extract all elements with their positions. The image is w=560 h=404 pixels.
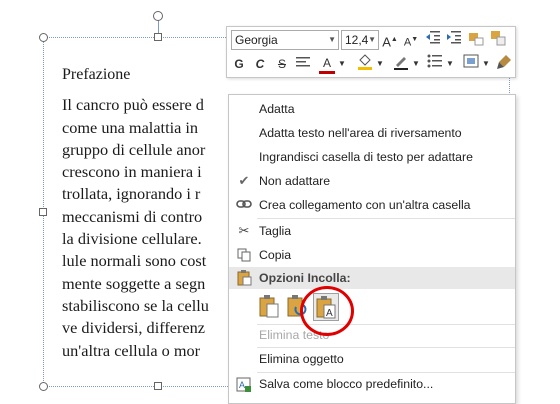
menu-item-crea-collegamento[interactable]: Crea collegamento con un'altra casella [229,193,515,217]
text-line: trollata, ignorando i r [62,184,201,204]
chevron-down-icon[interactable]: ▼ [445,54,455,74]
paste-options-header: Opzioni Incolla: [229,267,515,289]
chevron-down-icon[interactable]: ▼ [368,35,376,44]
font-name-value: Georgia [235,33,278,47]
font-color-button[interactable]: A [319,54,335,74]
grow-font-label: A [382,34,391,50]
clipboard-icon [236,270,252,293]
menu-item-label: Crea collegamento con un'altra casella [259,198,471,212]
increase-indent-icon[interactable] [445,30,463,50]
svg-text:A: A [239,380,245,390]
rotation-handle[interactable] [153,11,163,21]
decrease-indent-icon[interactable] [424,30,442,50]
bullets-icon[interactable] [425,54,445,74]
shrink-font-button[interactable]: A▼ [403,30,419,50]
grow-font-button[interactable]: A▲ [382,30,398,50]
menu-item-ingrandisci[interactable]: Ingrandisci casella di testo per adattar… [229,145,515,169]
text-line: mente soggette a segn [62,273,206,293]
menu-item-salva-blocco[interactable]: A Salva come blocco predefinito... [229,372,515,396]
menu-item-elimina-oggetto[interactable]: Elimina oggetto [229,347,515,371]
text-line: stabiliscono se la cellu [62,295,209,315]
menu-item-adatta[interactable]: Adatta [229,97,515,121]
menu-item-taglia[interactable]: ✂ Taglia [229,219,515,243]
text-line: crescono in maniera i [62,162,202,182]
paste-options-label: Opzioni Incolla: [259,271,351,285]
text-line: gruppo di cellule anor [62,139,206,159]
scissors-icon: ✂ [238,223,250,238]
menu-item-label: Adatta testo nell'area di riversamento [259,126,462,140]
resize-handle-bottom-left[interactable] [39,382,48,391]
context-menu: Adatta Adatta testo nell'area di riversa… [228,94,516,404]
paintbrush-icon[interactable] [495,54,513,74]
link-icon [236,198,252,212]
text-line: meccanismi di contro [62,206,203,226]
text-line: lule normali sono cost [62,251,207,271]
menu-item-label: Taglia [259,224,292,238]
menu-item-copia[interactable]: Copia [229,243,515,267]
resize-handle-bottom[interactable] [154,382,162,390]
chevron-down-icon[interactable]: ▼ [337,54,347,74]
chevron-down-icon[interactable]: ▼ [481,54,491,74]
text-line: ve dividersi, differenz [62,318,206,338]
document-text[interactable]: Prefazione Il cancro può essere d come u… [62,64,232,362]
menu-item-non-adattare[interactable]: ✔ Non adattare [229,169,515,193]
mini-toolbar: Georgia ▼ 12,4 ▼ A▲ A▼ G C S A ▼ ▼ ▼ ▼ ▼ [226,26,516,78]
line-color-icon[interactable] [391,54,411,74]
save-block-icon: A [236,377,252,392]
font-name-combobox[interactable]: Georgia ▼ [231,30,339,50]
chevron-down-icon[interactable]: ▼ [375,54,385,74]
check-icon: ✔ [238,173,250,188]
chevron-down-icon[interactable]: ▼ [411,54,421,74]
highlight-circle [300,286,354,336]
strikethrough-button[interactable]: S [275,54,289,74]
menu-item-label: Non adattare [259,174,331,188]
text-line: la divisione cellulare. [62,229,202,249]
paste-keep-formatting-icon[interactable] [257,293,283,321]
menu-item-label: Elimina oggetto [259,352,344,366]
format-painter-icon[interactable] [467,30,485,50]
menu-item-label: Salva come blocco predefinito... [259,377,434,391]
bold-button[interactable]: G [232,54,246,74]
menu-item-label: Copia [259,248,292,262]
resize-handle-top-left[interactable] [39,33,48,42]
resize-handle-left[interactable] [39,208,47,216]
copy-icon [236,248,252,262]
document-title: Prefazione [62,66,131,83]
font-size-combobox[interactable]: 12,4 ▼ [341,30,379,50]
menu-item-elimina-testo[interactable]: Elimina testo [229,323,515,347]
chevron-down-icon[interactable]: ▼ [328,35,336,44]
shape-style-icon[interactable] [489,30,507,50]
menu-item-label: Ingrandisci casella di testo per adattar… [259,150,473,164]
text-align-icon[interactable] [293,54,313,74]
menu-item-label: Adatta [259,102,295,116]
italic-button[interactable]: C [253,54,267,74]
wrap-text-icon[interactable] [461,54,481,74]
fill-bucket-icon[interactable] [355,54,375,74]
text-line: un'altra cellula o mor [62,340,201,360]
text-line: Il cancro può essere d [62,95,204,115]
resize-handle-top[interactable] [154,33,162,41]
text-line: come una malattia in [62,117,199,137]
menu-item-adatta-testo[interactable]: Adatta testo nell'area di riversamento [229,121,515,145]
font-size-value: 12,4 [345,33,369,47]
